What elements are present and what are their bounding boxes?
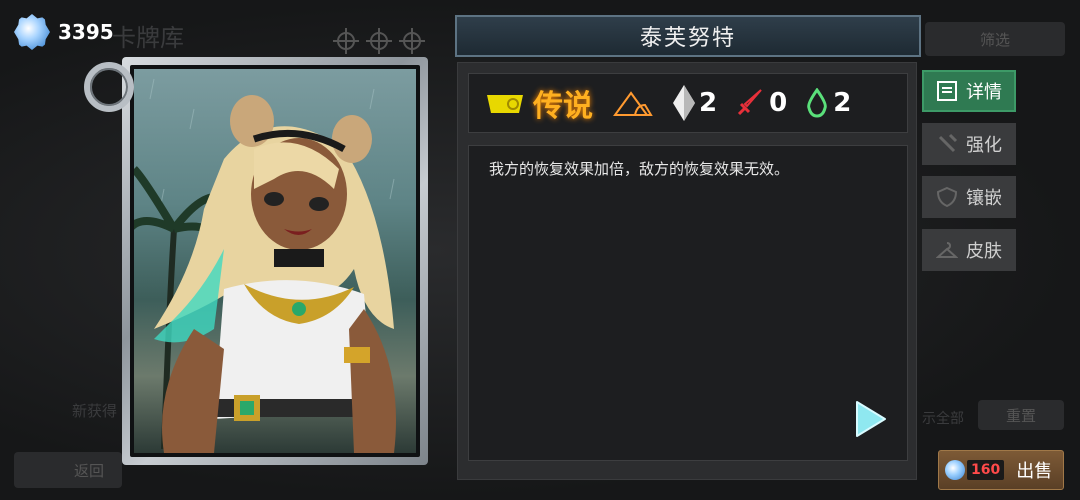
crystal-cost-icon (673, 85, 695, 121)
inlay-label: 镶嵌 (966, 188, 1002, 209)
drop-value: 2 (833, 88, 852, 118)
card-info-panel: 传说 2 0 2 我方的恢复效果加倍，敌方的恢复效果无效。 (457, 62, 917, 480)
currency-amount: 3395 (58, 20, 114, 44)
crystal-stat: 2 (673, 85, 717, 121)
card-artwork (134, 69, 416, 453)
crosshair-icon (366, 28, 392, 54)
hanger-icon (936, 242, 958, 258)
card-frame[interactable] (122, 57, 428, 465)
currency-display: 3395 (14, 14, 114, 50)
shield-icon (936, 186, 958, 208)
new-label: 新获得 (72, 402, 118, 420)
enhance-label: 强化 (966, 135, 1002, 156)
skin-label: 皮肤 (966, 241, 1002, 262)
card-name: 泰芙努特 (639, 26, 736, 51)
pyramid-sphinx-icon (613, 91, 653, 116)
back-button[interactable]: 返回 (14, 452, 122, 488)
character-illustration (134, 78, 396, 453)
show-all-label: 示全部 (922, 411, 964, 427)
description-box: 我方的恢复效果加倍，敌方的恢复效果无效。 (468, 145, 908, 461)
drop-stat: 2 (805, 88, 851, 118)
card-stats-row: 传说 2 0 2 (468, 73, 908, 133)
card-description: 我方的恢复效果加倍，敌方的恢复效果无效。 (489, 160, 790, 178)
card-title-bar: 泰芙努特 (455, 15, 921, 57)
hammer-icon (938, 133, 958, 153)
dagger-icon (738, 89, 762, 116)
background-title: 卡牌库 (112, 24, 184, 52)
sell-button[interactable]: 160 出售 (938, 450, 1064, 490)
enhance-tab[interactable]: 强化 (922, 123, 1016, 165)
card-type-icon (487, 95, 523, 113)
crystal-icon (14, 14, 50, 50)
filter-button[interactable]: 筛选 (925, 22, 1065, 56)
crosshair-icon (399, 28, 425, 54)
inlay-tab[interactable]: 镶嵌 (922, 176, 1016, 218)
card-inner (130, 65, 420, 457)
back-label: 返回 (74, 461, 105, 480)
crystal-value: 2 (699, 88, 718, 118)
rarity-label: 传说 (533, 89, 593, 124)
crystal-icon (945, 460, 965, 480)
card-ring-ornament (84, 62, 134, 112)
details-label: 详情 (966, 82, 1002, 103)
attack-stat: 0 (735, 88, 787, 118)
details-tab[interactable]: 详情 (922, 70, 1016, 112)
crosshair-icon (333, 28, 359, 54)
drop-icon (807, 88, 827, 118)
page-icon (937, 81, 957, 101)
skin-tab[interactable]: 皮肤 (922, 229, 1016, 271)
sell-price: 160 (967, 460, 1005, 480)
attack-value: 0 (769, 88, 788, 118)
reset-button[interactable]: 重置 (978, 400, 1064, 430)
sell-label: 出售 (1016, 461, 1053, 482)
play-arrow-icon[interactable] (855, 400, 887, 438)
